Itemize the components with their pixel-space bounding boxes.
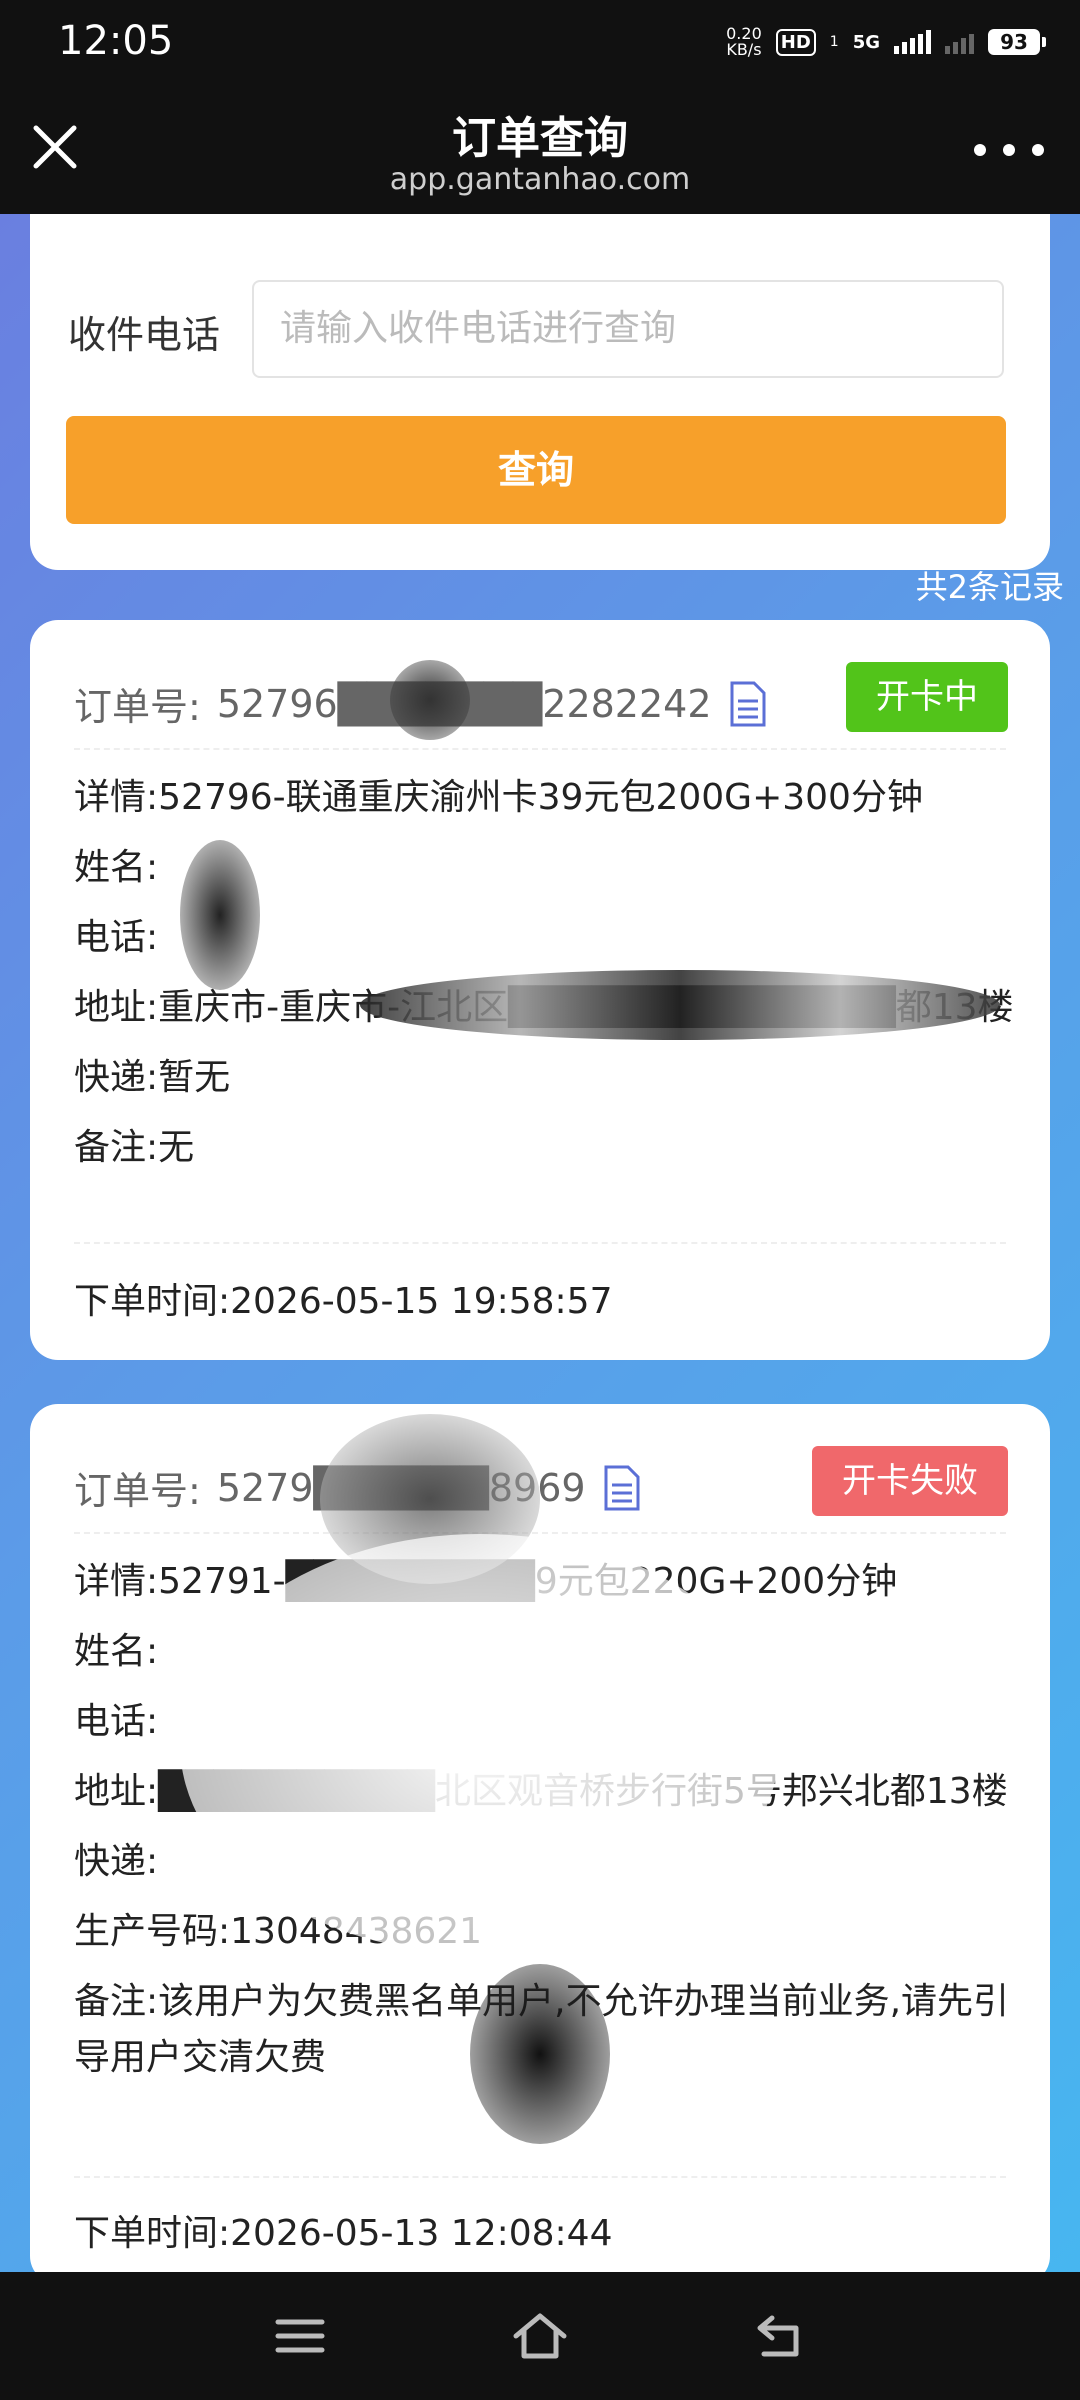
hd-icon: HD bbox=[775, 28, 816, 56]
status-icons: 0.20 KB/s HD 1 5G 93 bbox=[726, 22, 1046, 62]
clock: 12:05 bbox=[58, 18, 174, 64]
content-area: 收件电话 请输入收件电话进行查询 查询 共2条记录 订单号: 52796████… bbox=[0, 214, 1080, 2272]
divider bbox=[74, 1242, 1006, 1244]
divider bbox=[74, 748, 1006, 750]
page-title: 订单查询 bbox=[452, 113, 628, 164]
detail-row: 详情:52796-联通重庆渝州卡39元包200G+300分钟 bbox=[74, 777, 923, 818]
back-icon[interactable] bbox=[750, 2308, 810, 2364]
redaction-mark bbox=[180, 1534, 780, 1954]
title-bar: 订单查询 app.gantanhao.com bbox=[0, 84, 1080, 214]
redaction-mark bbox=[180, 840, 260, 990]
more-icon[interactable] bbox=[974, 136, 1044, 164]
divider bbox=[74, 1532, 1006, 1534]
network-speed: 0.20 KB/s bbox=[726, 24, 762, 59]
order-card: 订单号: 52796███████2282242 开卡中 详情:52796-联通… bbox=[30, 620, 1050, 1360]
5g-icon: 5G bbox=[852, 31, 880, 53]
redaction-mark bbox=[470, 1964, 610, 2144]
signal-icon bbox=[894, 30, 931, 54]
remark-row: 备注:无 bbox=[74, 1127, 195, 1168]
phone-label: 收件电话 bbox=[68, 313, 221, 357]
order-time: 下单时间:2026-05-13 12:08:44 bbox=[74, 2213, 613, 2254]
page-url: app.gantanhao.com bbox=[389, 162, 691, 197]
divider bbox=[74, 2176, 1006, 2178]
signal-2-icon bbox=[945, 30, 974, 54]
express-row: 快递:暂无 bbox=[74, 1057, 231, 1098]
record-count: 共2条记录 bbox=[915, 568, 1064, 606]
redaction-mark bbox=[390, 660, 470, 740]
document-icon[interactable] bbox=[602, 1465, 642, 1511]
menu-icon[interactable] bbox=[270, 2308, 330, 2364]
redaction-mark bbox=[360, 970, 1000, 1040]
search-card: 收件电话 请输入收件电话进行查询 查询 bbox=[30, 214, 1050, 570]
status-badge: 开卡中 bbox=[846, 662, 1008, 732]
status-badge: 开卡失败 bbox=[812, 1446, 1008, 1516]
system-nav-bar bbox=[0, 2272, 1080, 2400]
phone-input[interactable]: 请输入收件电话进行查询 bbox=[252, 280, 1004, 378]
document-icon[interactable] bbox=[728, 681, 768, 727]
query-button[interactable]: 查询 bbox=[66, 416, 1006, 524]
order-time: 下单时间:2026-05-15 19:58:57 bbox=[74, 1281, 613, 1322]
status-bar: 12:05 0.20 KB/s HD 1 5G 93 bbox=[0, 0, 1080, 84]
battery-icon: 93 bbox=[988, 29, 1046, 55]
order-card: 订单号: 5279██████8969 开卡失败 详情:52791-██████… bbox=[30, 1404, 1050, 2272]
home-icon[interactable] bbox=[510, 2308, 570, 2364]
